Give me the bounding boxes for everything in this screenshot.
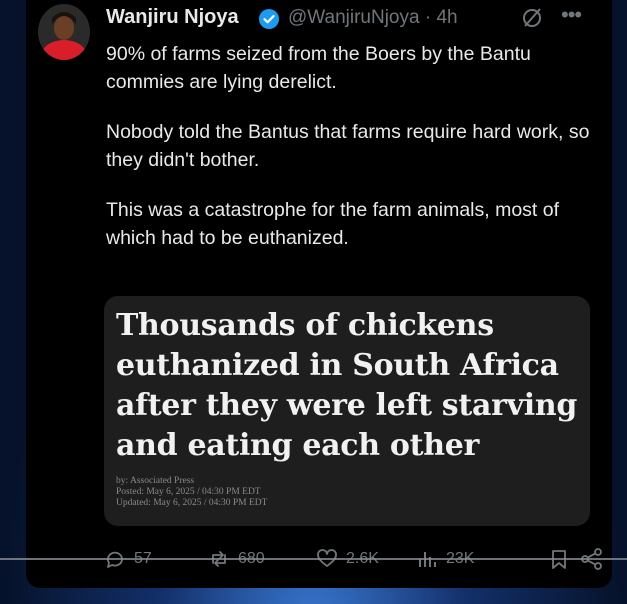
more-icon[interactable]: •••	[561, 2, 582, 28]
author-name[interactable]: Wanjiru Njoya	[106, 6, 239, 29]
tweet-paragraph: Nobody told the Bantus that farms requir…	[106, 121, 590, 171]
author-handle[interactable]: @WanjiruNjoya · 4h	[288, 7, 458, 29]
tweet-card: Wanjiru Njoya @WanjiruNjoya · 4h ••• 90%…	[26, 0, 612, 588]
tweet-text: 90% of farms seized from the Boers by th…	[106, 40, 601, 274]
tweet-paragraph: This was a catastrophe for the farm anim…	[106, 199, 560, 249]
video-progress-line	[0, 558, 627, 560]
byline-posted: Posted: May 6, 2025 / 04:30 PM EDT	[116, 487, 261, 497]
article-image-card[interactable]: Thousands of chickens euthanized in Sout…	[104, 296, 590, 526]
article-headline: Thousands of chickens euthanized in Sout…	[116, 308, 578, 463]
tweet-paragraph: 90% of farms seized from the Boers by th…	[106, 43, 531, 93]
byline-author: by: Associated Press	[116, 476, 195, 486]
byline-updated: Updated: May 6, 2025 / 04:30 PM EDT	[116, 498, 268, 508]
verified-badge-icon	[259, 9, 279, 29]
grok-icon[interactable]	[520, 6, 544, 30]
avatar[interactable]	[38, 4, 90, 60]
article-byline: by: Associated Press Posted: May 6, 2025…	[116, 476, 267, 509]
